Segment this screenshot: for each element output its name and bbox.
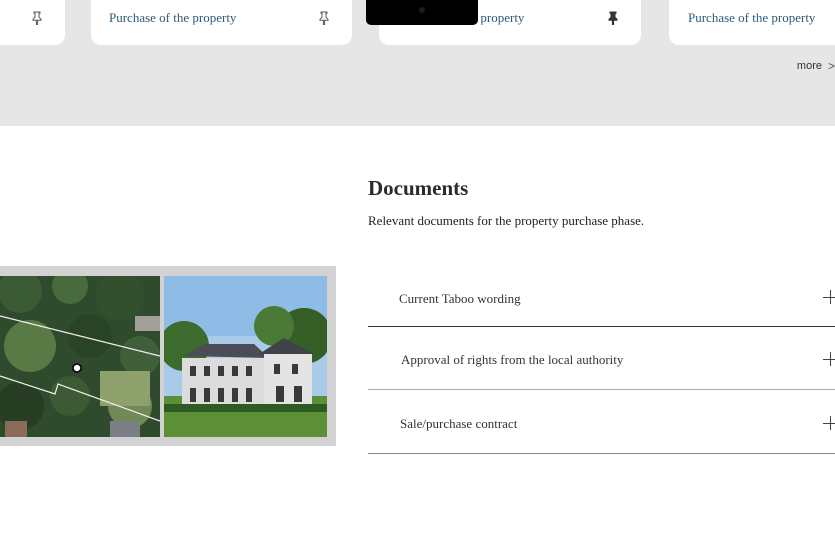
house-rendering-image[interactable] bbox=[164, 276, 327, 437]
accordion-item-label: Approval of rights from the local author… bbox=[401, 352, 624, 367]
recent-card[interactable] bbox=[0, 0, 65, 45]
camera-notch bbox=[366, 0, 478, 25]
accordion-item[interactable]: Sale/purchase contract bbox=[368, 390, 835, 454]
card-title[interactable]: Purchase of the property bbox=[688, 10, 815, 26]
accordion-item-label: Current Taboo wording bbox=[399, 291, 521, 306]
recent-card[interactable]: Purchase of the property bbox=[91, 0, 352, 45]
more-link[interactable]: more > bbox=[797, 59, 835, 73]
chevron-right-icon: > bbox=[827, 59, 835, 73]
pin-icon[interactable] bbox=[317, 11, 331, 25]
recent-card[interactable]: Purchase of the property bbox=[669, 0, 835, 45]
documents-subtitle: Relevant documents for the property purc… bbox=[368, 213, 645, 228]
plus-icon[interactable] bbox=[823, 290, 835, 304]
aerial-map-image[interactable] bbox=[0, 276, 160, 437]
documents-title: Documents bbox=[368, 176, 469, 200]
plus-icon[interactable] bbox=[823, 352, 835, 366]
plus-icon[interactable] bbox=[823, 416, 835, 430]
more-label: more bbox=[796, 60, 822, 72]
pin-icon[interactable] bbox=[30, 11, 44, 25]
property-images bbox=[0, 266, 336, 446]
card-title[interactable]: Purchase of the property bbox=[109, 10, 236, 26]
pin-icon[interactable] bbox=[606, 11, 620, 25]
accordion-item[interactable]: Approval of rights from the local author… bbox=[368, 327, 835, 390]
camera-dot bbox=[419, 7, 425, 13]
accordion-item[interactable]: Current Taboo wording bbox=[368, 266, 835, 327]
accordion-item-label: Sale/purchase contract bbox=[400, 416, 518, 431]
